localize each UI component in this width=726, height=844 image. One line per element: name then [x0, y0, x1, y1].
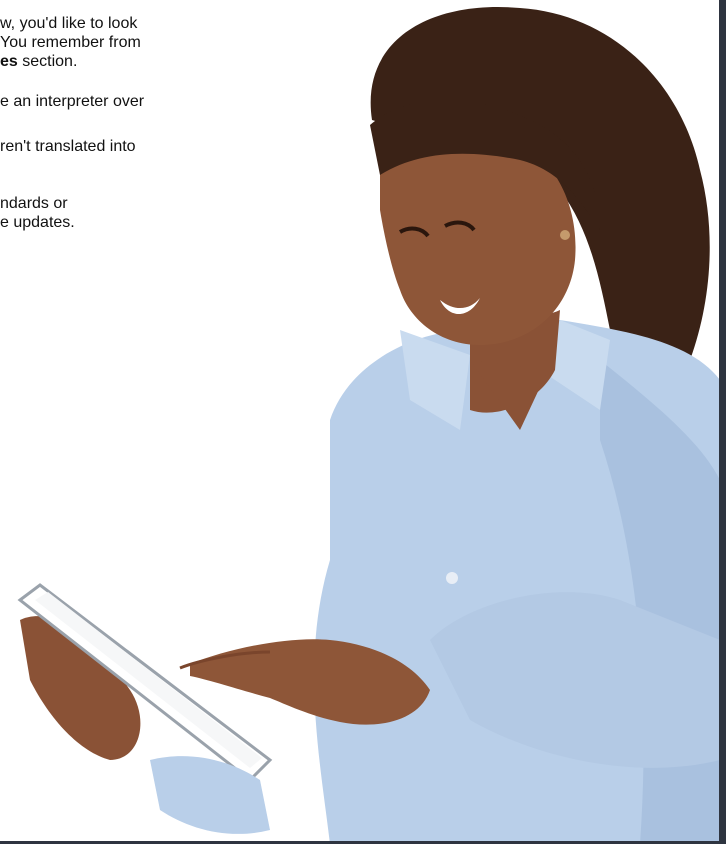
shirt-button [446, 572, 458, 584]
slide-canvas: w, you'd like to look You remember from … [0, 0, 726, 844]
frame-right-edge [719, 0, 726, 844]
woman-with-tablet-photo [17, 6, 720, 844]
earring [560, 230, 570, 240]
